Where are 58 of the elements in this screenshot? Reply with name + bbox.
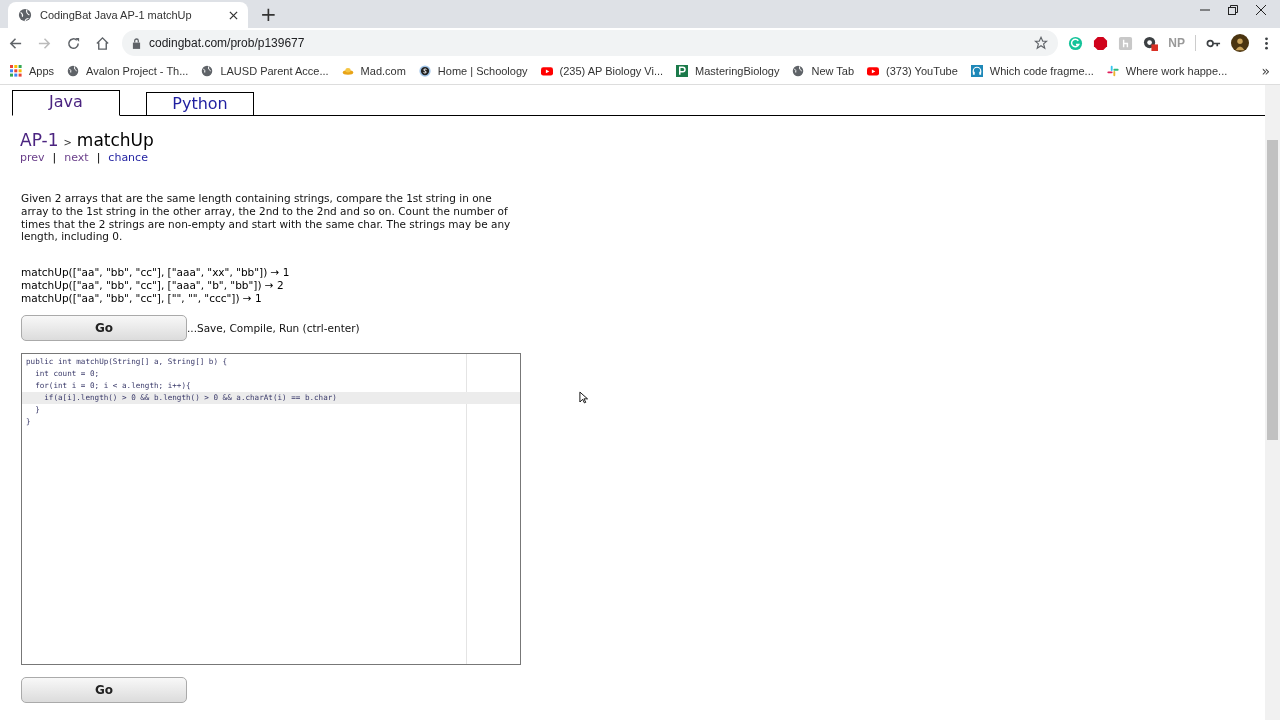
bookmark[interactable]: Which code fragme... bbox=[970, 65, 1094, 77]
language-tab[interactable]: Python bbox=[146, 92, 254, 115]
breadcrumb-separator: > bbox=[63, 137, 72, 148]
nav-link[interactable]: chance bbox=[108, 151, 148, 164]
section-link[interactable]: AP-1 bbox=[20, 130, 59, 150]
bookmark[interactable]: Apps bbox=[10, 65, 55, 77]
example-line: matchUp(["aa", "bb", "cc"], ["", "", "ccc"]) → 1 bbox=[21, 291, 263, 305]
extension-badge-icon[interactable] bbox=[1143, 35, 1159, 51]
close-icon[interactable] bbox=[1256, 5, 1266, 15]
bookmark[interactable]: Where work happe... bbox=[1106, 65, 1228, 77]
saucer-icon bbox=[341, 65, 354, 77]
mouse-pointer-icon bbox=[579, 391, 588, 404]
nav-link[interactable]: prev bbox=[20, 151, 45, 164]
link-separator: | bbox=[52, 151, 57, 164]
globe-icon bbox=[18, 8, 32, 22]
browser-tab[interactable]: CodingBat Java AP-1 matchUp bbox=[8, 2, 248, 28]
close-icon[interactable] bbox=[229, 10, 238, 20]
example-line: matchUp(["aa", "bb", "cc"], ["aaa", "xx", "bb"]) → 1 bbox=[21, 266, 291, 279]
globe-icon bbox=[201, 65, 214, 77]
bookmark[interactable]: MasteringBiology bbox=[676, 65, 780, 77]
go-button[interactable]: Go bbox=[21, 314, 187, 341]
reload-icon[interactable] bbox=[66, 35, 81, 51]
home-icon[interactable] bbox=[95, 35, 110, 51]
globe-icon bbox=[792, 65, 805, 77]
restore-icon[interactable] bbox=[1228, 5, 1238, 15]
url-text: codingbat.com/prob/p139677 bbox=[149, 36, 305, 50]
bookmarks-overflow[interactable]: » bbox=[1261, 63, 1270, 79]
bookmark[interactable]: New Tab bbox=[792, 65, 855, 77]
apps-grid-icon bbox=[10, 65, 22, 77]
address-bar[interactable]: codingbat.com/prob/p139677 bbox=[122, 30, 1059, 56]
s-logo-icon bbox=[418, 65, 431, 77]
lock-icon bbox=[132, 37, 141, 49]
play-icon bbox=[540, 65, 553, 77]
bookmark[interactable]: Avalon Project - Th... bbox=[67, 65, 189, 77]
tab-title: CodingBat Java AP-1 matchUp bbox=[40, 9, 192, 21]
bookmark[interactable]: (235) AP Biology Vi... bbox=[540, 65, 664, 77]
bookmark[interactable]: Mad.com bbox=[341, 65, 406, 77]
p-logo-icon bbox=[676, 65, 689, 77]
play-icon bbox=[867, 65, 880, 77]
new-tab-button[interactable]: + bbox=[260, 3, 277, 25]
go-button[interactable]: Go bbox=[21, 676, 187, 703]
problem-title: matchUp bbox=[76, 130, 154, 150]
example-line: matchUp(["aa", "bb", "cc"], ["aaa", "b", "bb"]) → 2 bbox=[21, 279, 285, 292]
problem-description: Given 2 arrays that are the same length containing strings, compare the 1st string in one array to the 1st string in the other array, the 2nd to the 2nd and so on. Count the number of times that the 2 strings are non-empty and start with the same char. The strings may be any length, including 0. bbox=[21, 192, 512, 244]
bookmark[interactable]: Home | Schoology bbox=[418, 65, 528, 77]
headset-icon bbox=[970, 65, 983, 77]
star-icon[interactable] bbox=[1034, 36, 1049, 50]
adblock-icon[interactable] bbox=[1093, 35, 1109, 51]
nav-link[interactable]: next bbox=[64, 151, 89, 164]
globe-icon bbox=[67, 65, 80, 77]
language-tab[interactable]: Java bbox=[12, 90, 120, 116]
slack-icon bbox=[1106, 65, 1119, 77]
scrollbar[interactable] bbox=[1265, 85, 1280, 720]
go-hint: ...Save, Compile, Run (ctrl-enter) bbox=[187, 321, 360, 334]
bookmark[interactable]: (373) YouTube bbox=[867, 65, 958, 77]
bookmark[interactable]: LAUSD Parent Acce... bbox=[201, 65, 329, 77]
avatar-icon[interactable] bbox=[1231, 34, 1249, 52]
link-separator: | bbox=[96, 151, 101, 164]
